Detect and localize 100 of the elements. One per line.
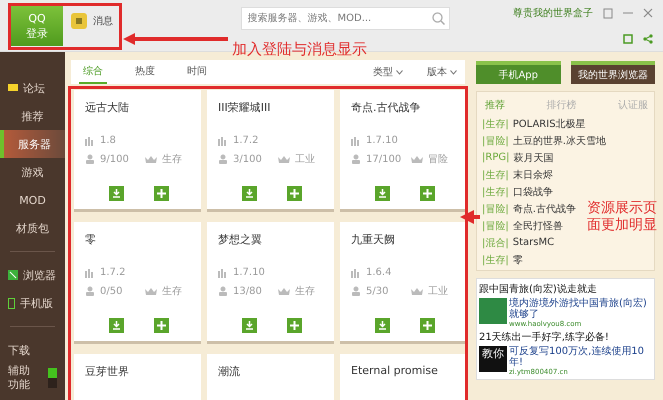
server-version: 1.7.10: [233, 267, 265, 278]
ad-text[interactable]: 境内游境外游找中国青旅(向宏)就够了: [509, 298, 652, 320]
toggle-switch[interactable]: [48, 368, 57, 388]
bar-chart-icon: [218, 268, 228, 278]
server-version: 1.6.4: [366, 267, 392, 278]
filter-tab[interactable]: 综合: [79, 60, 107, 84]
bar-chart-icon: [351, 136, 361, 146]
download-button[interactable]: [242, 318, 256, 333]
server-card[interactable]: 零 1.7.2 0/50 生存: [74, 222, 201, 344]
server-link[interactable]: |生存| 零: [482, 251, 523, 268]
server-link[interactable]: |混合| StarsMC: [482, 234, 554, 251]
filter-dropdown[interactable]: 版本: [427, 65, 457, 79]
server-card[interactable]: 奇点.古代战争 1.7.10 17/100 冒险: [340, 90, 467, 212]
server-title: 九重天阙: [351, 232, 396, 247]
player-count: 0/50: [100, 286, 124, 296]
download-icon: [244, 189, 254, 198]
server-mode: 生存: [162, 284, 182, 298]
server-link[interactable]: |RPG| 萩月天国: [482, 149, 554, 166]
messages-button[interactable]: 消息: [67, 6, 117, 36]
server-title: 奇点.古代战争: [351, 100, 422, 115]
ad-title[interactable]: 21天练出一手好字,练字必备!: [479, 330, 652, 344]
person-icon: [218, 154, 228, 164]
sidebar-item[interactable]: 辅助功能: [0, 364, 33, 393]
download-icon: [112, 189, 120, 198]
server-card[interactable]: Eternal promise: [340, 354, 467, 400]
server-version: 1.7.2: [100, 267, 126, 278]
bar-chart-icon: [85, 136, 95, 146]
add-button[interactable]: [286, 318, 302, 333]
search-box[interactable]: 搜索服务器、游戏、MOD...: [240, 7, 450, 30]
ad-text[interactable]: 可反复写100万次,连续使用10年!: [509, 346, 652, 368]
search-icon: [432, 12, 444, 25]
app-button[interactable]: 手机App: [476, 61, 560, 84]
filter-tab[interactable]: 热度: [131, 60, 159, 84]
server-card[interactable]: 九重天阙 1.6.4 5/30 工业: [340, 222, 467, 344]
filter-tab[interactable]: 时间: [183, 60, 211, 84]
server-card[interactable]: 豆芽世界: [74, 354, 201, 400]
sidebar-item[interactable]: 下载: [0, 336, 65, 364]
sidebar-item[interactable]: 论坛: [0, 74, 65, 102]
download-button[interactable]: [108, 186, 124, 201]
add-button[interactable]: [154, 186, 168, 201]
download-icon: [244, 321, 254, 330]
server-card[interactable]: 梦想之翼 1.7.10 13/80 生存: [207, 222, 334, 344]
add-button[interactable]: [286, 186, 302, 201]
server-card[interactable]: 潮流: [207, 354, 334, 400]
download-icon: [112, 321, 120, 330]
add-button[interactable]: [154, 318, 168, 333]
download-button[interactable]: [242, 186, 256, 201]
annotation-text: 资源展示页面更加明显: [587, 200, 658, 234]
player-count: 17/100: [366, 154, 402, 164]
player-count: 5/30: [366, 286, 390, 296]
sidebar-item[interactable]: 浏览器: [0, 261, 65, 289]
add-button[interactable]: [420, 318, 434, 333]
server-link[interactable]: |冒险| 土豆的世界.冰天雪地: [482, 132, 606, 149]
chat-icon: [8, 83, 18, 93]
account-link[interactable]: 尊贵我的世界盒子: [513, 6, 593, 20]
sidebar-item[interactable]: 手机版: [0, 289, 65, 317]
crown-icon: [145, 288, 157, 294]
server-link[interactable]: |生存| 口袋战争: [482, 183, 553, 200]
server-version: 1.7.10: [366, 135, 398, 146]
ad-title[interactable]: 跟中国青旅(向宏)说走就走: [479, 282, 652, 296]
crown-icon: [145, 156, 157, 162]
server-title: 潮流: [218, 364, 241, 379]
server-card[interactable]: III荣耀城III 1.7.2 3/100 工业: [207, 90, 334, 212]
chevron-down-icon: [450, 70, 457, 74]
plus-icon: [422, 321, 432, 330]
bar-chart-icon: [218, 136, 228, 146]
message-icon: [71, 13, 87, 29]
server-title: 零: [85, 232, 97, 247]
bar-chart-icon: [351, 268, 361, 278]
logo-placeholder: [479, 298, 507, 324]
download-button[interactable]: [374, 186, 390, 201]
download-button[interactable]: [108, 318, 124, 333]
app-button[interactable]: 我的世界浏览器: [570, 61, 655, 84]
crown-icon: [411, 156, 423, 162]
annotation-text: 加入登陆与消息显示: [232, 40, 367, 58]
chevron-down-icon: [396, 70, 403, 74]
sidebar-item[interactable]: 服务器: [0, 130, 65, 158]
server-link[interactable]: |冒险| 奇点.古代战争: [482, 200, 576, 217]
download-button[interactable]: [374, 318, 390, 333]
server-link[interactable]: |生存| POLARIS北极星: [482, 115, 586, 132]
add-button[interactable]: [420, 186, 434, 201]
sidebar-item[interactable]: 游戏: [0, 158, 65, 186]
sidebar-item[interactable]: MOD: [0, 186, 65, 214]
server-mode: 工业: [428, 284, 448, 298]
server-title: 梦想之翼: [218, 232, 263, 247]
server-title: Eternal promise: [351, 364, 439, 377]
person-icon: [85, 154, 95, 164]
filter-dropdown[interactable]: 类型: [373, 65, 403, 79]
server-link[interactable]: |生存| 末日余烬: [482, 166, 553, 183]
crown-icon: [278, 156, 290, 162]
plus-icon: [290, 321, 298, 330]
phone-icon: [8, 298, 15, 308]
sidebar-item[interactable]: 推荐: [0, 102, 65, 130]
sidebar-item[interactable]: 材质包: [0, 214, 65, 242]
server-card[interactable]: 远古大陆 1.8 9/100 生存: [74, 90, 201, 212]
close-icon: [643, 8, 653, 18]
server-link[interactable]: |冒险| 全民打怪兽: [482, 217, 563, 234]
person-icon: [218, 286, 228, 296]
crown-icon: [411, 288, 423, 294]
server-title: 远古大陆: [85, 100, 130, 115]
